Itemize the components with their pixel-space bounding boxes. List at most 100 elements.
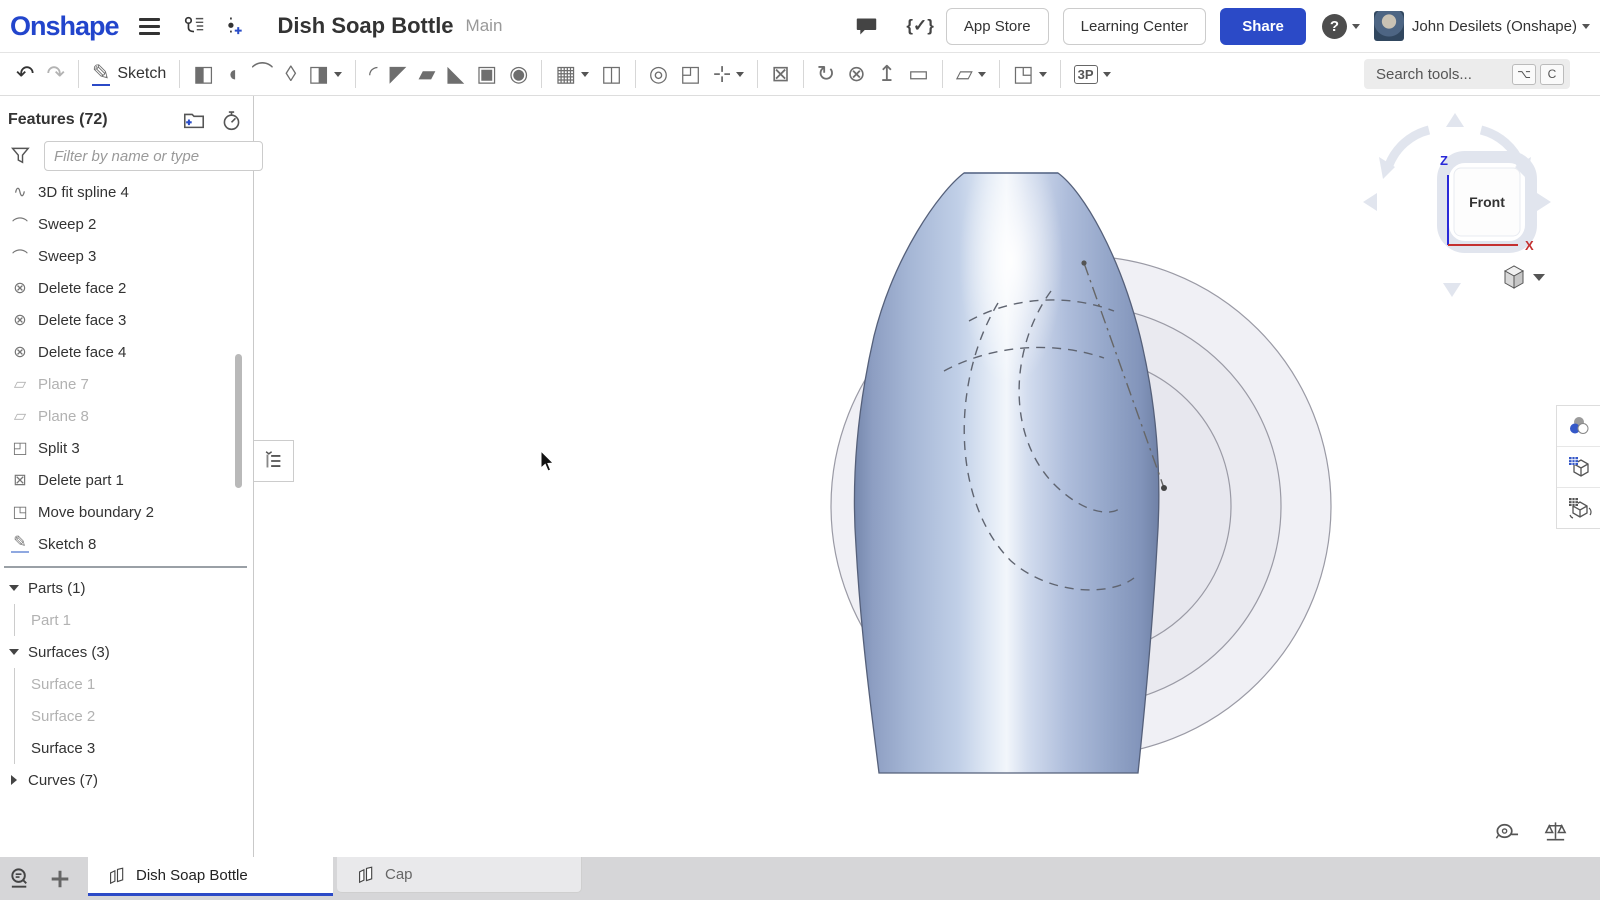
search-tools-input[interactable]	[1374, 65, 1508, 84]
hole-tool-button[interactable]: ◉	[504, 58, 533, 90]
chevron-down-icon[interactable]	[9, 585, 19, 591]
tab-cap[interactable]: Cap	[337, 857, 582, 893]
sketch-icon: ✎	[92, 62, 110, 86]
delete-face-icon: ⊗	[847, 61, 865, 87]
delete-part-tool-button[interactable]: ⊠	[766, 58, 794, 90]
chevron-down-icon	[581, 72, 589, 77]
enclose-icon: ▭	[908, 61, 929, 87]
delete-face-tool-button[interactable]: ⊗	[842, 58, 870, 90]
feature-item-sweep-3[interactable]: ⌒Sweep 3	[0, 240, 253, 272]
enclose-tool-button[interactable]: ▭	[903, 58, 934, 90]
measure-button[interactable]	[1494, 819, 1519, 844]
undo-tool-button[interactable]: ↶	[11, 58, 39, 90]
feature-list-scrollbar[interactable]	[235, 354, 242, 488]
features-panel: Features (72) ∿3D fit spline 4⌒Sweep 2⌒S…	[0, 96, 254, 857]
revolve-tool-button[interactable]: ◖	[221, 58, 244, 90]
panel-toggle-button[interactable]	[254, 440, 294, 482]
add-tab-button[interactable]	[40, 857, 80, 900]
filter-input[interactable]	[44, 141, 263, 171]
feature-item-3d-fit-spline-4[interactable]: ∿3D fit spline 4	[0, 176, 253, 208]
share-button[interactable]: Share	[1220, 8, 1306, 45]
versions-history-icon[interactable]	[180, 12, 208, 40]
search-tools-box[interactable]: ⌥C	[1364, 59, 1570, 89]
main-menu-icon[interactable]	[133, 12, 166, 41]
feature-toolbar: ↶↷ ✎Sketch ◧◖⌒◊◨ ◜◤▰◣▣ ◉ ▦◫ ◎◰⊹ ⊠ ↻ ⊗ ↥ ▭ ▱ ◳ 3P ⌥C	[0, 53, 1600, 96]
chamfer-tool-button[interactable]: ◤	[385, 58, 412, 90]
user-menu[interactable]: John Desilets (Onshape)	[1412, 18, 1577, 35]
hole-icon: ◉	[509, 61, 528, 87]
loft-tool-button[interactable]: ◊	[280, 58, 301, 90]
graphics-viewport[interactable]: Front Z X	[254, 96, 1600, 857]
help-icon[interactable]: ?	[1322, 14, 1347, 39]
3p-tool-tool-button[interactable]: 3P	[1069, 62, 1116, 87]
feature-item-move-boundary-2[interactable]: ◳Move boundary 2	[0, 496, 253, 528]
feature-item-delete-face-3[interactable]: ⊗Delete face 3	[0, 304, 253, 336]
new-folder-icon[interactable]	[182, 108, 206, 132]
feature-item-sketch-8[interactable]: ✎Sketch 8	[0, 528, 253, 560]
workspace-name[interactable]: Main	[466, 16, 503, 36]
split-tool-button[interactable]: ◰	[675, 58, 706, 90]
toolbar-separator	[1060, 60, 1061, 88]
document-title[interactable]: Dish Soap Bottle	[278, 13, 454, 39]
appearance-options-button[interactable]	[1557, 406, 1600, 447]
learning-center-button[interactable]: Learning Center	[1063, 8, 1207, 45]
split-icon: ◰	[8, 438, 32, 458]
move-face-tool-button[interactable]: ↻	[812, 58, 840, 90]
thicken-tool-button[interactable]: ◨	[303, 58, 347, 90]
tab-label: Dish Soap Bottle	[136, 867, 248, 884]
feature-item-delete-face-4[interactable]: ⊗Delete face 4	[0, 336, 253, 368]
tree-item-surface-2[interactable]: Surface 2	[15, 700, 253, 732]
tab-manager-button[interactable]	[0, 857, 40, 900]
filter-icon[interactable]	[10, 145, 32, 167]
feature-item-label: Delete part 1	[38, 472, 124, 489]
mass-properties-button[interactable]	[1543, 819, 1568, 844]
feature-item-delete-part-1[interactable]: ⊠Delete part 1	[0, 464, 253, 496]
redo-tool-button[interactable]: ↷	[41, 58, 69, 90]
tab-dish-soap-bottle[interactable]: Dish Soap Bottle	[88, 857, 333, 896]
tree-section-surfaces-3[interactable]: Surfaces (3)	[0, 636, 253, 668]
mirror-tool-button[interactable]: ◫	[596, 58, 627, 90]
top-bar: Onshape Dish Soap Bottle Main {✓} App St…	[0, 0, 1600, 53]
rollback-history-icon[interactable]	[220, 109, 243, 132]
feature-item-plane-8[interactable]: ▱Plane 8	[0, 400, 253, 432]
sweep-tool-button[interactable]: ⌒	[246, 58, 278, 90]
feature-item-delete-face-2[interactable]: ⊗Delete face 2	[0, 272, 253, 304]
featurescript-notices-icon[interactable]: {✓}	[906, 16, 933, 36]
fillet-tool-button[interactable]: ◜	[364, 58, 383, 90]
chevron-down-icon	[1103, 72, 1111, 77]
app-store-button[interactable]: App Store	[946, 8, 1049, 45]
feature-item-plane-7[interactable]: ▱Plane 7	[0, 368, 253, 400]
surface-tools-tool-button[interactable]: ◳	[1008, 58, 1052, 90]
chevron-right-icon[interactable]	[11, 775, 17, 785]
extrude-tool-button[interactable]: ◧	[188, 58, 219, 90]
feature-item-split-3[interactable]: ◰Split 3	[0, 432, 253, 464]
shell-tool-button[interactable]: ▣	[471, 58, 502, 90]
feature-item-sweep-2[interactable]: ⌒Sweep 2	[0, 208, 253, 240]
view-animation-button[interactable]	[1557, 488, 1600, 528]
create-version-icon[interactable]	[222, 13, 246, 39]
tree-item-surface-3[interactable]: Surface 3	[15, 732, 253, 764]
transform-tool-button[interactable]: ⊹	[708, 58, 749, 90]
tree-item-part-1[interactable]: Part 1	[15, 604, 253, 636]
named-views-button[interactable]	[1557, 447, 1600, 488]
rollback-bar[interactable]	[4, 566, 247, 568]
sketch-tool-button[interactable]: ✎Sketch	[87, 59, 171, 89]
toolbar-separator	[355, 60, 356, 88]
view-triad[interactable]: Front Z X	[1355, 105, 1555, 305]
parts-tree: Parts (1)Part 1Surfaces (3)Surface 1Surf…	[0, 572, 253, 796]
plane-tool-button[interactable]: ▱	[951, 58, 991, 90]
tree-section-label: Curves (7)	[28, 772, 98, 789]
tree-section-curves-7[interactable]: Curves (7)	[0, 764, 253, 796]
onshape-logo[interactable]: Onshape	[10, 11, 119, 42]
tree-section-parts-1[interactable]: Parts (1)	[0, 572, 253, 604]
comments-icon[interactable]	[853, 13, 880, 40]
draft-tool-button[interactable]: ▰	[413, 58, 440, 90]
tree-item-surface-1[interactable]: Surface 1	[15, 668, 253, 700]
chevron-down-icon[interactable]	[9, 649, 19, 655]
boolean-tool-button[interactable]: ◎	[644, 58, 673, 90]
linear-pattern-tool-button[interactable]: ▦	[550, 58, 594, 90]
user-avatar[interactable]	[1374, 11, 1404, 41]
feature-item-label: Delete face 3	[38, 312, 126, 329]
offset-surface-tool-button[interactable]: ↥	[873, 58, 901, 90]
rib-tool-button[interactable]: ◣	[442, 58, 469, 90]
